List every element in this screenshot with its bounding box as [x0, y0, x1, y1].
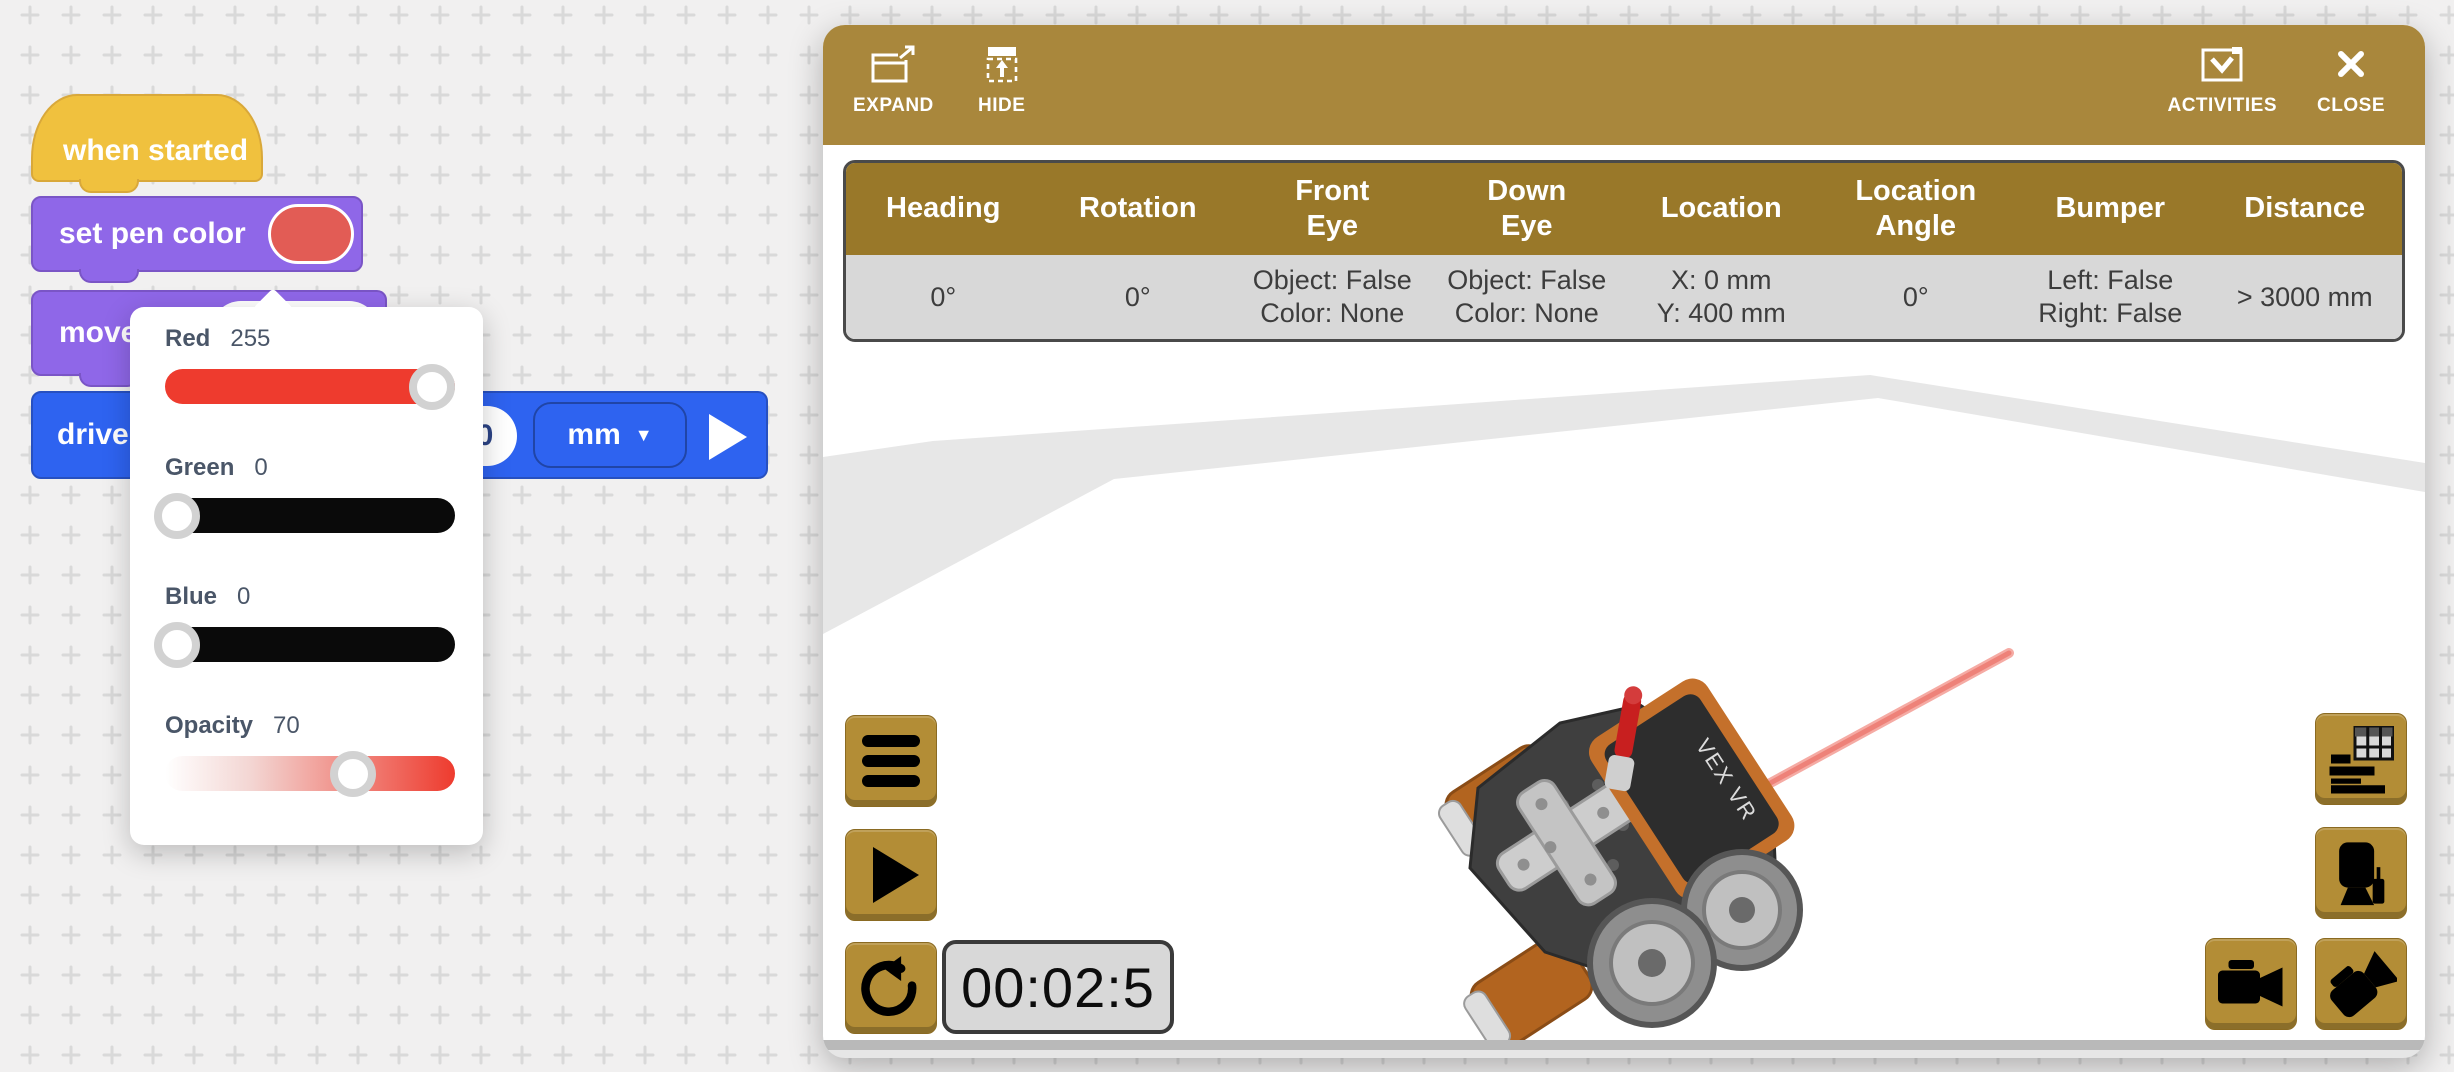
- col-distance: Distance: [2208, 163, 2403, 255]
- reset-button[interactable]: [845, 942, 937, 1034]
- menu-button[interactable]: [845, 715, 937, 807]
- activities-label: ACTIVITIES: [2167, 95, 2277, 117]
- drive-unit-label: mm: [567, 418, 620, 452]
- close-label: CLOSE: [2317, 95, 2385, 117]
- block-notch: [79, 269, 139, 283]
- video-camera-button[interactable]: [2205, 938, 2297, 1030]
- when-started-label: when started: [63, 134, 248, 168]
- col-down-eye: Down Eye: [1430, 163, 1625, 255]
- move-label: move: [59, 316, 137, 350]
- dashboard-icon: [2325, 723, 2397, 795]
- pen-color-swatch[interactable]: [268, 204, 354, 264]
- heading-value: 0°: [846, 255, 1041, 339]
- expand-label: EXPAND: [853, 95, 934, 117]
- block-play-icon[interactable]: [709, 414, 747, 460]
- start-button[interactable]: [845, 829, 937, 921]
- blue-value: 0: [237, 583, 250, 611]
- floor-edge-light: [823, 1050, 2425, 1058]
- close-button[interactable]: CLOSE: [2317, 43, 2385, 117]
- sensor-table-row: 0° 0° Object: False Color: None Object: …: [846, 255, 2402, 339]
- when-started-block[interactable]: when started: [31, 94, 263, 182]
- front-eye-value: Object: False Color: None: [1235, 255, 1430, 339]
- col-rotation: Rotation: [1041, 163, 1236, 255]
- green-label: Green: [165, 454, 234, 482]
- drive-unit-dropdown[interactable]: mm ▼: [533, 402, 687, 468]
- hide-label: HIDE: [978, 95, 1025, 117]
- laser-beam: [1741, 653, 2009, 799]
- red-slider-thumb[interactable]: [409, 364, 455, 410]
- col-location: Location: [1624, 163, 1819, 255]
- red-label: Red: [165, 325, 210, 353]
- down-eye-value: Object: False Color: None: [1430, 255, 1625, 339]
- green-slider-row: Green 0: [165, 454, 455, 533]
- pen-color-picker-popup: Red 255 Green 0 Blue 0: [130, 307, 483, 845]
- distance-value: > 3000 mm: [2208, 255, 2403, 339]
- opacity-slider-row: Opacity 70: [165, 712, 455, 791]
- opacity-label: Opacity: [165, 712, 253, 740]
- reset-icon: [856, 953, 926, 1023]
- set-pen-color-label: set pen color: [59, 217, 246, 251]
- blue-slider-row: Blue 0: [165, 583, 455, 662]
- set-pen-color-block[interactable]: set pen color: [31, 196, 363, 272]
- drive-label: drive: [57, 418, 129, 452]
- menu-icon: [862, 735, 920, 787]
- opacity-slider-thumb[interactable]: [330, 751, 376, 797]
- activities-icon: [2198, 43, 2246, 87]
- opacity-slider-track[interactable]: [165, 756, 455, 791]
- blue-label: Blue: [165, 583, 217, 611]
- video-camera-icon: [2215, 948, 2287, 1020]
- close-icon: [2329, 43, 2373, 87]
- col-front-eye: Front Eye: [1235, 163, 1430, 255]
- sensor-dashboard-table: Heading Rotation Front Eye Down Eye Loca…: [843, 160, 2405, 342]
- expand-icon: [870, 43, 916, 87]
- red-slider-row: Red 255: [165, 325, 455, 404]
- col-location-angle: Location Angle: [1819, 163, 2014, 255]
- opacity-value: 70: [273, 712, 300, 740]
- block-notch: [79, 179, 139, 193]
- field-walls: [823, 375, 2425, 634]
- tilted-camera-icon: [2325, 948, 2397, 1020]
- green-slider-thumb[interactable]: [154, 493, 200, 539]
- dashboard-toggle-button[interactable]: [2315, 713, 2407, 805]
- play-icon: [873, 847, 919, 903]
- chevron-down-icon: ▼: [635, 425, 653, 446]
- camera-view-button[interactable]: [2315, 827, 2407, 919]
- col-bumper: Bumper: [2013, 163, 2208, 255]
- tilted-camera-button[interactable]: [2315, 938, 2407, 1030]
- red-value: 255: [230, 325, 270, 353]
- hide-button[interactable]: HIDE: [978, 43, 1025, 117]
- hide-icon: [979, 43, 1025, 87]
- bumper-value: Left: False Right: False: [2013, 255, 2208, 339]
- green-slider-track[interactable]: [165, 498, 455, 533]
- blue-slider-track[interactable]: [165, 627, 455, 662]
- activities-button[interactable]: ACTIVITIES: [2167, 43, 2277, 117]
- location-angle-value: 0°: [1819, 255, 2014, 339]
- playground-toolbar: EXPAND HIDE ACTIVITIES: [823, 25, 2425, 145]
- vexcode-vr-app: when started set pen color move drive 0 …: [0, 0, 2454, 1072]
- col-heading: Heading: [846, 163, 1041, 255]
- monitor-plumb-icon: [2326, 838, 2396, 908]
- red-slider-track[interactable]: [165, 369, 455, 404]
- expand-button[interactable]: EXPAND: [853, 43, 934, 117]
- green-value: 0: [254, 454, 267, 482]
- location-value: X: 0 mm Y: 400 mm: [1624, 255, 1819, 339]
- playground-window: VEX VR: [823, 25, 2425, 1058]
- rotation-value: 0°: [1041, 255, 1236, 339]
- blue-slider-thumb[interactable]: [154, 622, 200, 668]
- sensor-table-header: Heading Rotation Front Eye Down Eye Loca…: [846, 163, 2402, 255]
- timer-display: 00:02:5: [942, 940, 1174, 1034]
- robot: VEX VR: [1432, 672, 1801, 1057]
